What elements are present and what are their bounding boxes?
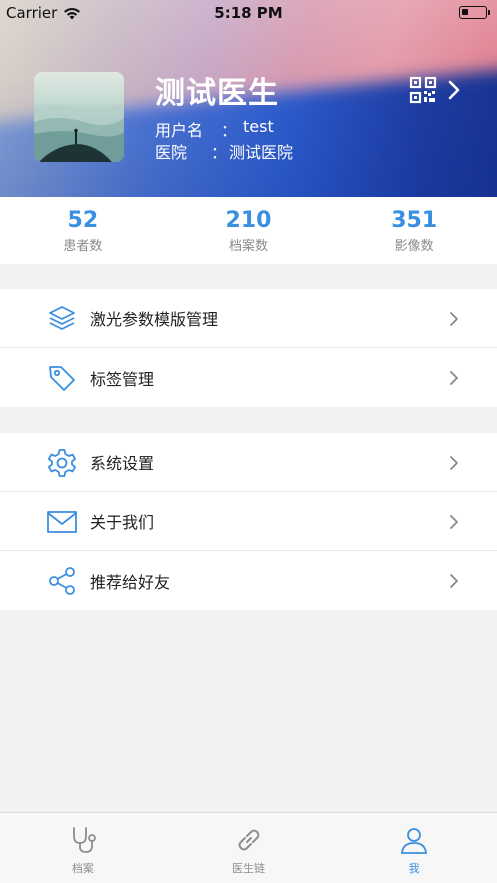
- chevron-right-icon: [450, 371, 458, 385]
- stat-value: 210: [225, 208, 272, 233]
- status-bar: Carrier 5:18 PM: [0, 0, 497, 26]
- hospital-separator: ：: [211, 143, 228, 162]
- chevron-right-icon: [448, 80, 460, 100]
- stat-label: 患者数: [63, 239, 103, 254]
- menu-item-label: 系统设置: [90, 454, 155, 473]
- hospital-value: 测试医院: [229, 143, 294, 162]
- link-icon: [238, 829, 259, 851]
- tab-doctor-chain[interactable]: 医生链: [166, 813, 332, 883]
- stat-value: 351: [391, 208, 438, 233]
- layers-icon: [49, 306, 75, 330]
- profile-header: Carrier 5:18 PM 测试医生 用户名 ： test 医院 ： 测试医…: [0, 0, 497, 197]
- tab-label: 我: [408, 862, 420, 875]
- menu-item-label: 激光参数模版管理: [90, 310, 219, 329]
- tab-bar: 档案 医生链 我: [0, 812, 497, 883]
- menu-item-laser-templates[interactable]: 激光参数模版管理: [0, 289, 497, 348]
- username-value: test: [243, 117, 274, 136]
- qr-code-button[interactable]: [409, 74, 467, 106]
- menu-item-tags[interactable]: 标签管理: [0, 348, 497, 407]
- stat-label: 档案数: [229, 239, 269, 254]
- hospital-label: 医院: [155, 143, 188, 162]
- username-row: 用户名 ： test: [155, 117, 274, 141]
- menu-item-settings[interactable]: 系统设置: [0, 433, 497, 492]
- chevron-right-icon: [450, 515, 458, 529]
- clock: 5:18 PM: [214, 4, 283, 22]
- chevron-right-icon: [450, 574, 458, 588]
- tag-icon: [49, 366, 75, 391]
- menu-item-about-us[interactable]: 关于我们: [0, 492, 497, 551]
- tab-label: 档案: [71, 862, 94, 875]
- stat-records[interactable]: 210 档案数: [166, 197, 332, 264]
- stat-value: 52: [67, 208, 99, 233]
- battery-icon: [459, 6, 490, 19]
- menu-item-label: 标签管理: [90, 369, 155, 389]
- menu-item-label: 推荐给好友: [90, 572, 171, 592]
- doctor-name: 测试医生: [155, 76, 279, 111]
- tab-label: 医生链: [232, 862, 265, 875]
- stethoscope-icon: [72, 827, 96, 853]
- share-icon: [49, 567, 75, 595]
- person-icon: [401, 828, 428, 854]
- chevron-right-icon: [450, 456, 458, 470]
- tab-records[interactable]: 档案: [0, 813, 166, 883]
- username-label: 用户名: [155, 121, 204, 140]
- tab-me[interactable]: 我: [331, 813, 497, 883]
- menu-group: 激光参数模版管理 标签管理: [0, 289, 497, 407]
- stats-bar: 52 患者数 210 档案数 351 影像数: [0, 197, 497, 264]
- username-separator: ：: [221, 121, 238, 140]
- stat-images[interactable]: 351 影像数: [331, 197, 497, 264]
- stat-label: 影像数: [394, 239, 434, 254]
- mail-icon: [47, 511, 77, 533]
- hospital-row: 医院 ： 测试医院: [155, 139, 293, 163]
- avatar[interactable]: [34, 72, 124, 162]
- qr-code-icon: [409, 76, 437, 104]
- chevron-right-icon: [450, 312, 458, 326]
- gear-icon: [48, 449, 76, 477]
- stat-patients[interactable]: 52 患者数: [0, 197, 166, 264]
- menu-item-label: 关于我们: [90, 513, 155, 532]
- menu-item-recommend[interactable]: 推荐给好友: [0, 551, 497, 610]
- menu-group: 系统设置 关于我们 推荐给好友: [0, 433, 497, 610]
